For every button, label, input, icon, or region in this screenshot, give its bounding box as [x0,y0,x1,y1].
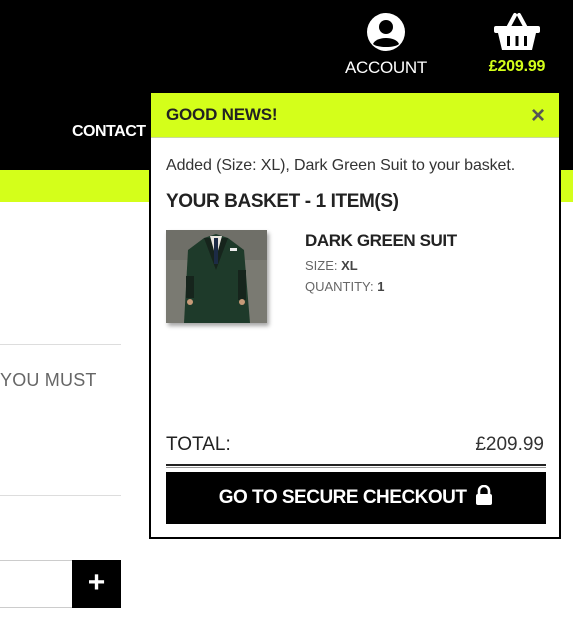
account-label: ACCOUNT [345,58,427,77]
shopping-basket-icon [494,13,540,50]
total-divider [166,464,546,468]
basket-heading: YOUR BASKET - 1 ITEM(S) [166,191,399,212]
size-label: SIZE: [305,258,338,273]
popup-title: GOOD NEWS! [166,105,278,124]
basket-link[interactable]: £209.99 [478,12,556,76]
nav-contact-link[interactable]: CONTACT [72,123,146,141]
checkout-label: GO TO SECURE CHECKOUT [218,487,467,508]
page-divider [0,344,121,345]
page-divider [0,495,121,496]
product-size: SIZE: XL [305,258,358,273]
user-circle-icon [367,13,405,51]
popup-header: GOOD NEWS! × [151,93,559,138]
quantity-input[interactable] [0,560,73,608]
product-quantity: QUANTITY: 1 [305,279,384,294]
size-value: XL [341,258,358,273]
quantity-increase-button[interactable]: + [72,560,121,608]
added-message: Added (Size: XL), Dark Green Suit to you… [166,157,516,174]
page-partial-text: YOU MUST [0,370,97,390]
lock-icon [476,485,493,505]
quantity-value: 1 [377,279,385,294]
account-link[interactable]: ACCOUNT [338,12,434,78]
basket-total: £209.99 [488,58,546,75]
quantity-label: QUANTITY: [305,279,374,294]
close-icon[interactable]: × [531,102,545,130]
total-label: TOTAL: [166,434,231,455]
product-image[interactable] [166,230,267,323]
secure-checkout-button[interactable]: GO TO SECURE CHECKOUT [166,472,546,524]
basket-popup: GOOD NEWS! × Added (Size: XL), Dark Gree… [149,91,561,539]
total-value: £209.99 [475,434,544,455]
product-name[interactable]: DARK GREEN SUIT [305,231,457,251]
